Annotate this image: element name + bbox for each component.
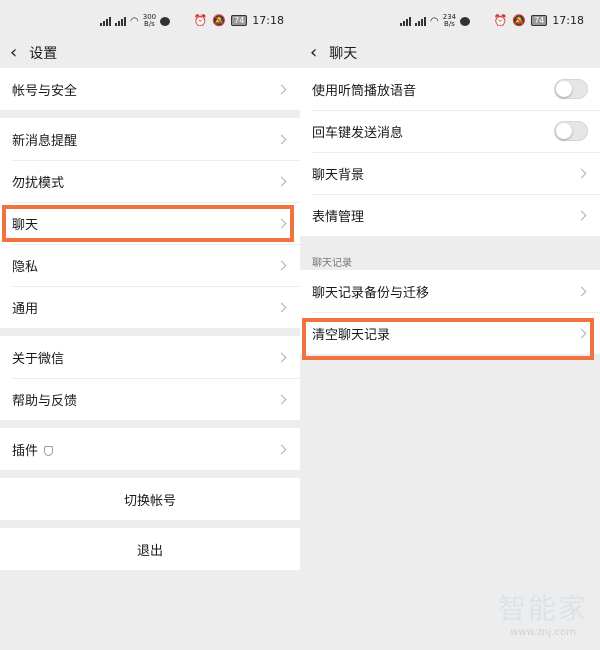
settings-group-logout: 退出 bbox=[0, 528, 300, 570]
settings-group-switch: 切换帐号 bbox=[0, 478, 300, 520]
nav-bar: ‹ 设置 bbox=[0, 38, 300, 68]
chat-item-label: 聊天记录备份与迁移 bbox=[312, 285, 430, 301]
chevron-right-icon bbox=[276, 218, 287, 228]
settings-group-account: 帐号与安全 bbox=[0, 68, 300, 110]
status-icons: ◠ 234 B/s bbox=[400, 14, 471, 28]
settings-item-chat[interactable]: 聊天 bbox=[0, 202, 300, 244]
page-title: 聊天 bbox=[329, 46, 358, 62]
settings-item-do-not-disturb[interactable]: 勿扰模式 bbox=[0, 160, 300, 202]
message-bubble-icon bbox=[160, 16, 171, 26]
enter-to-send-toggle[interactable] bbox=[554, 121, 588, 141]
settings-item-account-security[interactable]: 帐号与安全 bbox=[0, 68, 300, 110]
chevron-right-icon bbox=[276, 302, 287, 312]
settings-item-label: 插件 bbox=[12, 443, 39, 459]
chevron-right-icon bbox=[276, 134, 287, 144]
settings-item-plugins[interactable]: 插件 bbox=[0, 428, 300, 470]
network-speed: 234 B/s bbox=[443, 14, 456, 28]
toggle-knob bbox=[556, 81, 572, 97]
chat-item-history-backup[interactable]: 聊天记录备份与迁移 bbox=[300, 270, 600, 312]
settings-item-label: 关于微信 bbox=[12, 351, 65, 367]
settings-item-label: 聊天 bbox=[12, 217, 39, 233]
settings-item-label: 帐号与安全 bbox=[12, 83, 78, 99]
chat-item-earpiece-voice: 使用听筒播放语音 bbox=[300, 68, 600, 110]
logout-button[interactable]: 退出 bbox=[0, 528, 300, 570]
battery-icon: 74 bbox=[531, 15, 548, 26]
chevron-right-icon bbox=[276, 176, 287, 186]
settings-item-label: 新消息提醒 bbox=[12, 133, 78, 149]
network-speed: 300 B/s bbox=[143, 14, 156, 28]
settings-item-label: 帮助与反馈 bbox=[12, 393, 78, 409]
network-speed-unit: B/s bbox=[444, 20, 455, 28]
chat-item-label: 聊天背景 bbox=[312, 167, 365, 183]
toggle-knob bbox=[556, 123, 572, 139]
settings-item-plugins-label-wrap: 插件 bbox=[12, 440, 54, 459]
chevron-right-icon bbox=[576, 210, 587, 220]
settings-item-general[interactable]: 通用 bbox=[0, 286, 300, 328]
clock: 17:18 bbox=[552, 14, 584, 27]
battery-icon: 74 bbox=[231, 15, 248, 26]
status-bar: ◠ 300 B/s ⏰ 🔕 74 17:18 bbox=[0, 0, 300, 38]
chat-item-sticker-management[interactable]: 表情管理 bbox=[300, 194, 600, 236]
chevron-right-icon bbox=[576, 168, 587, 178]
alarm-icon: ⏰ bbox=[493, 14, 508, 27]
chat-history-group: 聊天记录备份与迁移 清空聊天记录 bbox=[300, 270, 600, 354]
clock: 17:18 bbox=[252, 14, 284, 27]
chevron-right-icon bbox=[276, 84, 287, 94]
settings-group-main: 新消息提醒 勿扰模式 聊天 隐私 通用 bbox=[0, 118, 300, 328]
section-header-chat-history: 聊天记录 bbox=[312, 258, 352, 269]
chat-item-enter-to-send: 回车键发送消息 bbox=[300, 110, 600, 152]
page-title: 设置 bbox=[29, 46, 58, 62]
shield-icon bbox=[44, 446, 54, 456]
message-bubble-icon bbox=[460, 16, 471, 26]
settings-screen: ◠ 300 B/s ⏰ 🔕 74 17:18 ‹ 设置 帐号与安全 新消息提醒 bbox=[0, 0, 300, 650]
chat-item-label: 回车键发送消息 bbox=[312, 125, 404, 141]
chevron-right-icon bbox=[276, 260, 287, 270]
switch-account-label: 切换帐号 bbox=[123, 493, 176, 509]
alarm-icon: ⏰ bbox=[193, 14, 208, 27]
chevron-right-icon bbox=[576, 328, 587, 338]
chat-item-label: 清空聊天记录 bbox=[312, 327, 391, 343]
watermark-brand: 智能家 bbox=[497, 592, 588, 625]
settings-item-help-feedback[interactable]: 帮助与反馈 bbox=[0, 378, 300, 420]
earpiece-voice-toggle[interactable] bbox=[554, 79, 588, 99]
mute-icon: 🔕 bbox=[512, 14, 527, 27]
signal-icon bbox=[100, 16, 111, 26]
signal-icon bbox=[115, 16, 126, 26]
wifi-icon: ◠ bbox=[430, 15, 439, 27]
watermark-url: www.znj.com bbox=[510, 627, 576, 638]
settings-item-label: 通用 bbox=[12, 301, 39, 317]
chat-item-background[interactable]: 聊天背景 bbox=[300, 152, 600, 194]
status-right: ⏰ 🔕 74 17:18 bbox=[194, 14, 284, 27]
network-speed-unit: B/s bbox=[144, 20, 155, 28]
chevron-right-icon bbox=[576, 286, 587, 296]
mute-icon: 🔕 bbox=[212, 14, 227, 27]
back-icon[interactable]: ‹ bbox=[310, 44, 317, 62]
chat-item-label: 使用听筒播放语音 bbox=[312, 83, 417, 99]
chevron-right-icon bbox=[276, 444, 287, 454]
chat-settings-screen: ◠ 234 B/s ⏰ 🔕 74 17:18 ‹ 聊天 使用听筒播放语音 回车键… bbox=[300, 0, 600, 650]
chevron-right-icon bbox=[276, 352, 287, 362]
logout-label: 退出 bbox=[136, 543, 163, 559]
settings-group-plugins: 插件 bbox=[0, 428, 300, 470]
nav-bar: ‹ 聊天 bbox=[300, 38, 600, 68]
chevron-right-icon bbox=[276, 394, 287, 404]
wifi-icon: ◠ bbox=[130, 15, 139, 27]
watermark: 智能家 www.znj.com bbox=[498, 587, 588, 638]
back-icon[interactable]: ‹ bbox=[10, 44, 17, 62]
status-icons: ◠ 300 B/s bbox=[100, 14, 171, 28]
settings-item-privacy[interactable]: 隐私 bbox=[0, 244, 300, 286]
settings-item-about[interactable]: 关于微信 bbox=[0, 336, 300, 378]
settings-item-label: 隐私 bbox=[12, 259, 39, 275]
switch-account-button[interactable]: 切换帐号 bbox=[0, 478, 300, 520]
settings-item-label: 勿扰模式 bbox=[12, 175, 65, 191]
status-bar: ◠ 234 B/s ⏰ 🔕 74 17:18 bbox=[300, 0, 600, 38]
settings-item-new-message-alert[interactable]: 新消息提醒 bbox=[0, 118, 300, 160]
status-right: ⏰ 🔕 74 17:18 bbox=[494, 14, 584, 27]
chat-settings-group: 使用听筒播放语音 回车键发送消息 聊天背景 表情管理 bbox=[300, 68, 600, 236]
settings-group-about: 关于微信 帮助与反馈 bbox=[0, 336, 300, 420]
chat-item-clear-history[interactable]: 清空聊天记录 bbox=[300, 312, 600, 354]
signal-icon bbox=[415, 16, 426, 26]
signal-icon bbox=[400, 16, 411, 26]
chat-item-label: 表情管理 bbox=[312, 209, 365, 225]
